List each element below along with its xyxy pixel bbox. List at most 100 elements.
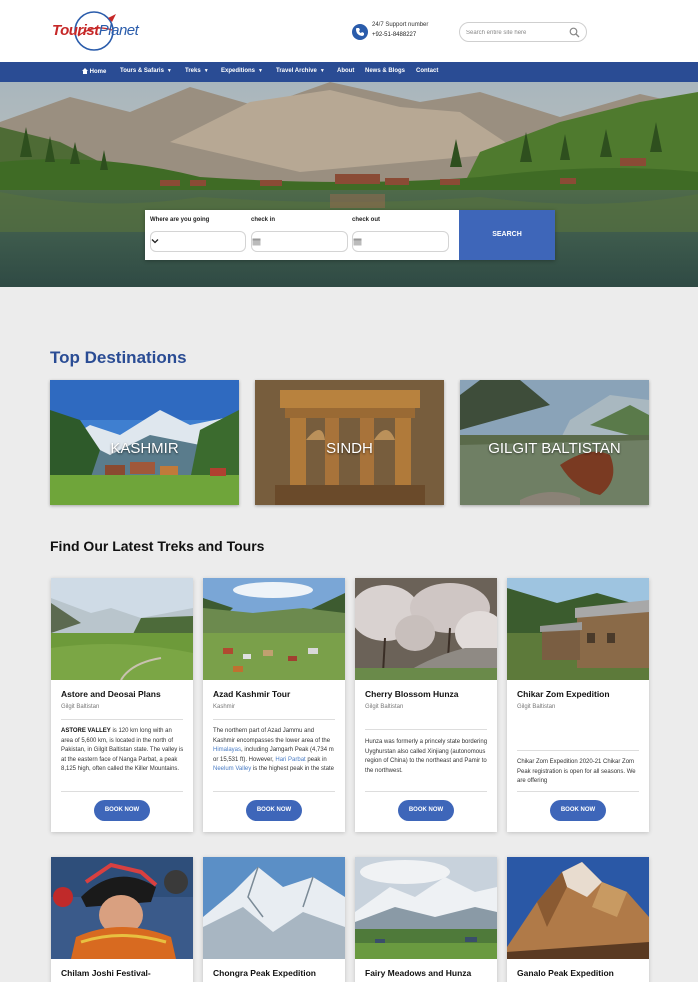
description-highlight: ASTORE VALLEY xyxy=(61,728,111,734)
tour-title[interactable]: Ganalo Peak Expedition xyxy=(517,968,614,978)
divider xyxy=(61,791,183,792)
divider xyxy=(365,791,487,792)
chilam-joshi-image xyxy=(51,857,193,959)
description-text: The northern part of Azad Jammu and Kash… xyxy=(213,728,331,744)
main-nav: Home Tours & Safaris ▼ Treks ▼ Expeditions… xyxy=(0,62,698,82)
tour-image[interactable] xyxy=(355,578,497,680)
phone-icon xyxy=(352,24,368,40)
tour-card: Azad Kashmir Tour Kashmir The northern p… xyxy=(203,578,345,832)
calendar-icon xyxy=(252,238,261,246)
tour-image[interactable] xyxy=(507,857,649,959)
astore-image xyxy=(51,578,193,680)
support-phone[interactable]: +92-51-8488227 xyxy=(372,32,416,38)
destination-select[interactable] xyxy=(150,231,246,252)
nav-item-home[interactable]: Home xyxy=(82,68,106,75)
nav-item-travel-archive[interactable]: Travel Archive ▼ xyxy=(276,68,325,74)
tour-title[interactable]: Chongra Peak Expedition xyxy=(213,968,316,978)
description-text: is the highest peak in the state xyxy=(251,766,334,772)
nav-item-news-blogs[interactable]: News & Blogs xyxy=(365,68,405,74)
site-search xyxy=(459,22,587,42)
destination-card-sindh[interactable]: SINDH xyxy=(255,380,444,505)
tour-region: Kashmir xyxy=(213,704,236,710)
divider xyxy=(213,719,335,720)
caret-down-icon: ▼ xyxy=(203,68,209,74)
tour-title[interactable]: Chilam Joshi Festival- xyxy=(61,968,151,978)
checkin-date-field[interactable] xyxy=(251,231,348,252)
home-icon xyxy=(82,68,88,74)
description-text: is 120 km long with an area of 5,600 km,… xyxy=(61,728,184,772)
nav-item-tours-safaris[interactable]: Tours & Safaris ▼ xyxy=(120,68,172,74)
site-header: TouristPlanet 24/7 Support number +92-51… xyxy=(0,0,698,62)
destination-label: Where are you going xyxy=(150,217,210,223)
top-destinations-title: Top Destinations xyxy=(50,348,187,367)
description-text: peak in xyxy=(305,756,327,763)
divider xyxy=(365,729,487,730)
destination-label: SINDH xyxy=(326,440,373,457)
checkout-date-field[interactable] xyxy=(352,231,449,252)
tour-title[interactable]: Chikar Zom Expedition xyxy=(517,689,610,699)
nav-item-contact[interactable]: Contact xyxy=(416,68,438,74)
caret-down-icon: ▼ xyxy=(258,68,263,74)
nav-item-label: Expeditions xyxy=(221,68,256,74)
himalayas-link[interactable]: Himalayas xyxy=(213,747,241,753)
trip-search-panel: Where are you going check in check out S… xyxy=(145,210,555,260)
checkin-label: check in xyxy=(251,217,276,223)
tour-card: Chongra Peak Expedition xyxy=(203,857,345,982)
tour-title[interactable]: Fairy Meadows and Hunza xyxy=(365,968,471,978)
nav-item-treks[interactable]: Treks ▼ xyxy=(185,68,209,74)
tour-image[interactable] xyxy=(51,857,193,959)
divider xyxy=(517,791,639,792)
destination-card-kashmir[interactable]: KASHMIR xyxy=(50,380,239,505)
azad-kashmir-image xyxy=(203,578,345,680)
neelum-valley-link[interactable]: Neelum Valley xyxy=(213,766,251,772)
nav-item-expeditions[interactable]: Expeditions ▼ xyxy=(221,68,263,74)
nav-item-label: Home xyxy=(89,69,107,75)
tour-region: Gilgit Baltistan xyxy=(517,704,556,710)
chikar-zom-image xyxy=(507,578,649,680)
nav-item-label: Tours & Safaris xyxy=(120,68,164,74)
tour-region: Gilgit Baltistan xyxy=(365,704,404,710)
nav-item-label: Treks xyxy=(185,68,201,74)
search-button[interactable]: SEARCH xyxy=(459,210,555,260)
fairy-meadows-image xyxy=(355,857,497,959)
destination-label: KASHMIR xyxy=(110,440,179,457)
hari-parbat-link[interactable]: Hari Parbat xyxy=(275,757,305,763)
support-label: 24/7 Support number xyxy=(372,22,429,28)
book-now-button[interactable]: BOOK NOW xyxy=(246,800,302,821)
divider xyxy=(517,750,639,751)
tour-image[interactable] xyxy=(203,578,345,680)
nav-item-about[interactable]: About xyxy=(337,68,354,74)
destination-label: GILGIT BALTISTAN xyxy=(488,440,621,457)
tour-title[interactable]: Cherry Blossom Hunza xyxy=(365,689,459,699)
search-icon[interactable] xyxy=(569,27,580,38)
destination-card-gilgit-baltistan[interactable]: GILGIT BALTISTAN xyxy=(460,380,649,505)
tour-description: Chikar Zom Expedition 2020-21 Chikar Zom… xyxy=(517,759,636,784)
tour-image[interactable] xyxy=(51,578,193,680)
logo-text-planet: Planet xyxy=(98,22,139,39)
tour-title[interactable]: Astore and Deosai Plans xyxy=(61,689,161,699)
tour-card: Chilam Joshi Festival- xyxy=(51,857,193,982)
divider xyxy=(61,719,183,720)
chevron-down-icon xyxy=(151,239,159,244)
chongra-peak-image xyxy=(203,857,345,959)
site-search-input[interactable] xyxy=(466,26,566,39)
tour-title[interactable]: Azad Kashmir Tour xyxy=(213,689,290,699)
tour-card: Chikar Zom Expedition Gilgit Baltistan C… xyxy=(507,578,649,832)
divider xyxy=(213,791,335,792)
site-logo[interactable]: TouristPlanet xyxy=(50,10,139,52)
ganalo-peak-image xyxy=(507,857,649,959)
tour-description: The northern part of Azad Jammu and Kash… xyxy=(213,727,337,775)
tour-card: Fairy Meadows and Hunza xyxy=(355,857,497,982)
book-now-button[interactable]: BOOK NOW xyxy=(398,800,454,821)
tour-description: Hunza was formerly a princely state bord… xyxy=(365,739,488,774)
tour-image[interactable] xyxy=(203,857,345,959)
tour-image[interactable] xyxy=(507,578,649,680)
tour-description: ASTORE VALLEY is 120 km long with an are… xyxy=(61,727,185,775)
tour-image[interactable] xyxy=(355,857,497,959)
book-now-button[interactable]: BOOK NOW xyxy=(94,800,150,821)
tour-card: Ganalo Peak Expedition xyxy=(507,857,649,982)
tour-card: Astore and Deosai Plans Gilgit Baltistan… xyxy=(51,578,193,832)
calendar-icon xyxy=(353,238,362,246)
tour-card: Cherry Blossom Hunza Gilgit Baltistan Hu… xyxy=(355,578,497,832)
book-now-button[interactable]: BOOK NOW xyxy=(550,800,606,821)
